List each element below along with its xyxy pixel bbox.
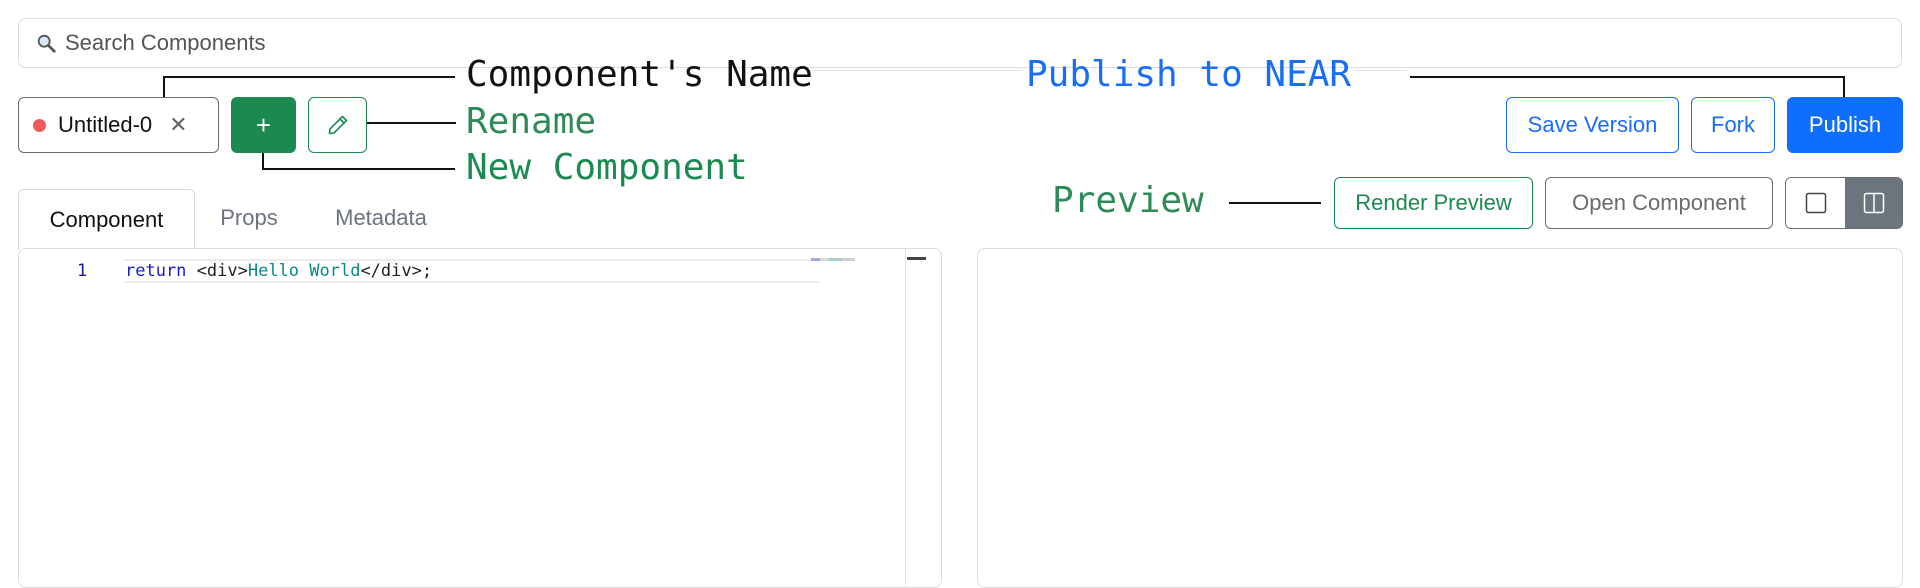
publish-button[interactable]: Publish (1787, 97, 1903, 153)
annotation-publish-to-near: Publish to NEAR (1026, 54, 1352, 95)
open-component-button[interactable]: Open Component (1545, 177, 1773, 229)
tab-component[interactable]: Component (18, 189, 195, 250)
close-icon[interactable]: ✕ (169, 112, 187, 138)
search-input[interactable] (63, 29, 1901, 57)
annotation-line (367, 122, 456, 124)
split-pane-icon (1863, 192, 1884, 214)
scrollbar-track[interactable] (905, 249, 906, 587)
tab-props[interactable]: Props (200, 189, 298, 247)
annotation-new-component: New Component (466, 147, 748, 188)
annotation-preview: Preview (1052, 180, 1204, 221)
pencil-icon (328, 115, 347, 135)
minimap[interactable] (811, 258, 855, 261)
render-preview-button[interactable]: Render Preview (1334, 177, 1533, 229)
annotation-line (262, 168, 455, 170)
single-pane-icon (1805, 192, 1826, 214)
plus-icon: + (255, 109, 272, 140)
annotation-line (1843, 76, 1845, 97)
line-number: 1 (77, 261, 88, 281)
file-tab-name: Untitled-0 (58, 112, 153, 137)
code-text: Hello World (247, 261, 361, 281)
code-keyword: return (125, 261, 187, 281)
unsaved-indicator (33, 118, 46, 132)
save-version-button[interactable]: Save Version (1506, 97, 1679, 153)
annotation-line (163, 76, 455, 78)
rename-button[interactable] (308, 97, 367, 153)
scrollbar-thumb[interactable] (907, 257, 926, 260)
annotation-component-name: Component's Name (466, 54, 813, 95)
annotation-rename: Rename (466, 101, 597, 142)
annotation-line (1410, 76, 1845, 78)
code-close-tag: </div>; (360, 261, 433, 281)
search-icon (37, 34, 56, 53)
file-tab[interactable]: Untitled-0 ✕ (18, 97, 219, 153)
layout-toggle[interactable] (1785, 177, 1903, 229)
new-component-button[interactable]: + (231, 97, 296, 153)
divider (1355, 70, 1407, 71)
divider (812, 70, 1022, 71)
search-bar[interactable] (18, 18, 1902, 68)
tab-metadata[interactable]: Metadata (310, 189, 452, 247)
annotation-line (163, 77, 165, 97)
code-editor[interactable]: 1 return <div>Hello World</div>; (18, 248, 942, 588)
fork-button[interactable]: Fork (1691, 97, 1775, 153)
single-pane-button[interactable] (1786, 178, 1845, 228)
split-pane-button[interactable] (1845, 178, 1902, 228)
annotation-line (1229, 202, 1321, 204)
code-open-tag: <div> (186, 261, 248, 281)
preview-pane (977, 248, 1903, 588)
code-line[interactable]: return <div>Hello World</div>; (125, 261, 432, 281)
